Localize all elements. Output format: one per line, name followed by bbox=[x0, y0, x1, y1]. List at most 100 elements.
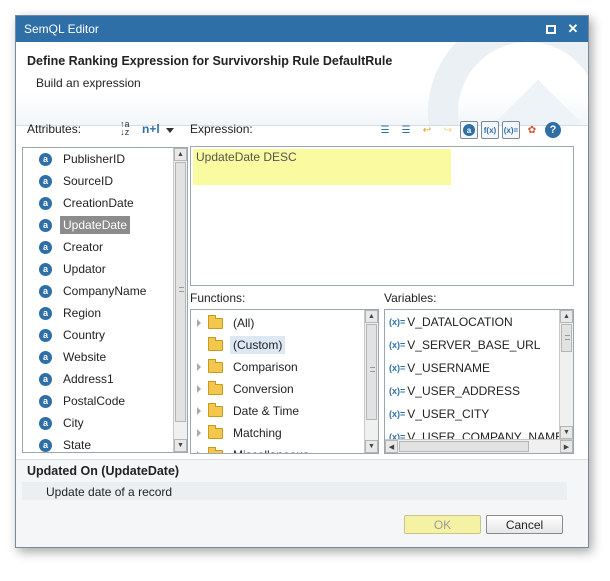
attribute-icon: a bbox=[39, 350, 52, 364]
variable-label: V_USER_ADDRESS bbox=[407, 383, 520, 398]
attribute-item[interactable]: a City bbox=[23, 412, 187, 434]
function-category-label: (Custom) bbox=[230, 336, 286, 354]
ok-button[interactable]: OK bbox=[404, 515, 481, 534]
expand-icon[interactable] bbox=[197, 385, 201, 393]
scroll-thumb[interactable] bbox=[561, 324, 572, 352]
attribute-label: Address1 bbox=[63, 372, 114, 386]
outdent-icon[interactable]: ☰ bbox=[397, 121, 415, 139]
folder-icon bbox=[208, 380, 223, 395]
help-icon[interactable]: ? bbox=[544, 121, 562, 139]
close-button[interactable]: ✕ bbox=[566, 21, 580, 36]
function-category[interactable]: Matching bbox=[191, 422, 378, 444]
function-category[interactable]: (Custom) bbox=[191, 334, 378, 356]
scroll-right-icon[interactable]: ▶ bbox=[560, 440, 573, 453]
attribute-list[interactable]: a PublisherID a SourceID a CreationDate a Updat… bbox=[22, 147, 188, 453]
folder-icon bbox=[208, 314, 223, 329]
validate-icon[interactable]: ↩ bbox=[418, 121, 436, 139]
scroll-up-icon[interactable]: ▲ bbox=[560, 310, 573, 323]
scroll-down-icon[interactable]: ▼ bbox=[365, 440, 378, 453]
attribute-scrollbar[interactable]: ▲ ▼ bbox=[173, 148, 187, 452]
function-category[interactable]: Miscellaneous bbox=[191, 444, 378, 453]
variable-label: V_USERNAME bbox=[407, 360, 490, 375]
variable-icon: (x)= bbox=[389, 385, 406, 396]
variable-item[interactable]: (x)= V_USER_CITY bbox=[385, 402, 573, 425]
grip-icon bbox=[370, 367, 375, 372]
expression-toolbar: ☰ ☰ ↩ ↪ a f(x) (x)= ✿ ? bbox=[376, 120, 562, 140]
description-text: Update date of a record bbox=[46, 485, 173, 499]
attribute-item[interactable]: a Country bbox=[23, 324, 187, 346]
variable-scrollbar[interactable]: ▲ ▼ bbox=[559, 310, 573, 439]
variable-icon: (x)= bbox=[389, 316, 406, 327]
attribute-view-toggle[interactable]: n+l bbox=[142, 122, 160, 136]
variable-item[interactable]: (x)= V_DATALOCATION bbox=[385, 310, 573, 333]
expand-icon[interactable] bbox=[197, 407, 201, 415]
attribute-item[interactable]: a Address1 bbox=[23, 368, 187, 390]
scroll-left-icon[interactable]: ◀ bbox=[385, 440, 398, 453]
variable-hscrollbar[interactable]: ◀ ▶ bbox=[385, 439, 573, 453]
cancel-button[interactable]: Cancel bbox=[486, 515, 563, 534]
attribute-icon: a bbox=[39, 284, 52, 298]
scroll-up-icon[interactable]: ▲ bbox=[365, 310, 378, 323]
clear-icon[interactable]: ✿ bbox=[523, 121, 541, 139]
variable-insert-icon[interactable]: (x)= bbox=[502, 121, 520, 139]
expand-icon[interactable] bbox=[197, 363, 201, 371]
expand-icon[interactable] bbox=[197, 451, 201, 453]
grip-icon bbox=[179, 287, 184, 292]
hscroll-thumb[interactable] bbox=[399, 441, 529, 452]
attribute-insert-icon[interactable]: a bbox=[460, 121, 478, 139]
scroll-thumb[interactable] bbox=[366, 324, 377, 420]
scroll-thumb[interactable] bbox=[175, 162, 186, 422]
variable-item[interactable]: (x)= V_SERVER_BASE_URL bbox=[385, 333, 573, 356]
scroll-down-icon[interactable]: ▼ bbox=[174, 439, 187, 452]
attribute-item[interactable]: a Updator bbox=[23, 258, 187, 280]
chevron-down-icon[interactable] bbox=[166, 128, 174, 133]
attribute-label: CreationDate bbox=[63, 196, 134, 210]
function-insert-icon[interactable]: f(x) bbox=[481, 121, 499, 139]
function-category[interactable]: Date & Time bbox=[191, 400, 378, 422]
function-category[interactable]: (All) bbox=[191, 312, 378, 334]
function-category[interactable]: Conversion bbox=[191, 378, 378, 400]
attribute-label: Country bbox=[63, 328, 106, 342]
scroll-up-icon[interactable]: ▲ bbox=[174, 148, 187, 161]
attribute-item[interactable]: a CreationDate bbox=[23, 192, 187, 214]
attribute-item[interactable]: a Region bbox=[23, 302, 187, 324]
maximize-button[interactable] bbox=[544, 22, 558, 36]
attribute-item[interactable]: a SourceID bbox=[23, 170, 187, 192]
folder-icon bbox=[208, 402, 223, 417]
grip-icon bbox=[565, 335, 570, 340]
attribute-label: Creator bbox=[63, 240, 104, 254]
redo-icon[interactable]: ↪ bbox=[439, 121, 457, 139]
attribute-item[interactable]: a CompanyName bbox=[23, 280, 187, 302]
semql-editor-dialog: SemQL Editor ✕ Define Ranking Expression… bbox=[15, 15, 589, 548]
indent-icon[interactable]: ☰ bbox=[376, 121, 394, 139]
attribute-item[interactable]: a PublisherID bbox=[23, 148, 187, 170]
expand-icon[interactable] bbox=[197, 429, 201, 437]
attribute-item[interactable]: a State bbox=[23, 434, 187, 452]
variable-items: (x)= V_DATALOCATION (x)= V_SERVER_BASE_URL(… bbox=[385, 310, 573, 448]
attribute-icon: a bbox=[39, 372, 52, 386]
scroll-down-icon[interactable]: ▼ bbox=[560, 426, 573, 439]
sort-az-icon[interactable]: ↑a ↓z bbox=[120, 120, 130, 137]
function-scrollbar[interactable]: ▲ ▼ bbox=[364, 310, 378, 453]
function-category[interactable]: Comparison bbox=[191, 356, 378, 378]
attribute-item[interactable]: a Creator bbox=[23, 236, 187, 258]
expression-editor[interactable]: UpdateDate DESC bbox=[190, 146, 574, 286]
attribute-icon: a bbox=[39, 262, 52, 276]
variables-label: Variables: bbox=[384, 291, 437, 305]
attribute-icon: a bbox=[39, 174, 52, 188]
attribute-icon: a bbox=[39, 394, 52, 408]
dialog-header: Define Ranking Expression for Survivorsh… bbox=[16, 42, 588, 126]
function-category-label: Matching bbox=[233, 426, 282, 440]
variable-item[interactable]: (x)= V_USER_ADDRESS bbox=[385, 379, 573, 402]
variable-item[interactable]: (x)= V_USERNAME bbox=[385, 356, 573, 379]
expand-icon[interactable] bbox=[197, 319, 201, 327]
attribute-items: a PublisherID a SourceID a CreationDate a Updat… bbox=[23, 148, 187, 452]
attribute-item[interactable]: a PostalCode bbox=[23, 390, 187, 412]
attribute-item[interactable]: a UpdateDate bbox=[23, 214, 187, 236]
variable-icon: (x)= bbox=[389, 362, 406, 373]
attribute-item[interactable]: a Website bbox=[23, 346, 187, 368]
variable-list[interactable]: (x)= V_DATALOCATION (x)= V_SERVER_BASE_URL(… bbox=[384, 309, 574, 454]
expression-text[interactable]: UpdateDate DESC bbox=[193, 149, 451, 185]
function-tree[interactable]: (All) (Custom) Comparison Conversion Date & … bbox=[190, 309, 379, 454]
close-icon: ✕ bbox=[567, 21, 579, 36]
